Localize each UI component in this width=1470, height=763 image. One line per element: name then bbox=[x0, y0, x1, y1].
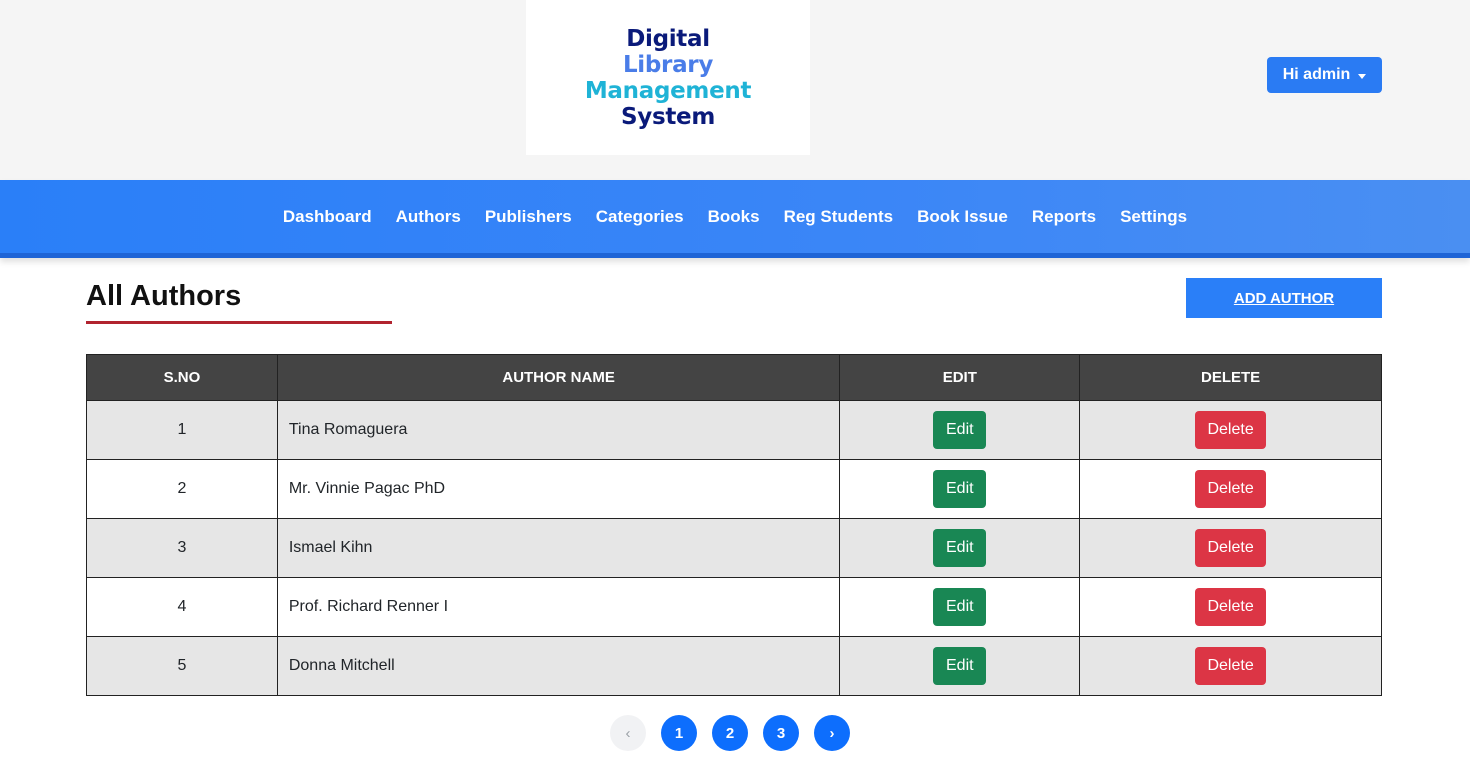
user-menu-button[interactable]: Hi admin bbox=[1267, 57, 1382, 93]
nav-reg-students[interactable]: Reg Students bbox=[784, 207, 894, 227]
cell-delete: Delete bbox=[1079, 518, 1382, 578]
table-header-row: S.NO AUTHOR NAME EDIT DELETE bbox=[86, 354, 1382, 401]
nav-book-issue[interactable]: Book Issue bbox=[917, 207, 1008, 227]
cell-author-name: Tina Romaguera bbox=[276, 400, 841, 460]
header-edit: EDIT bbox=[839, 354, 1081, 401]
cell-edit: Edit bbox=[839, 400, 1081, 460]
logo[interactable]: Digital Library Management System bbox=[526, 0, 810, 155]
add-author-button[interactable]: ADD AUTHOR bbox=[1186, 278, 1382, 318]
logo-line-4: System bbox=[620, 103, 715, 130]
cell-author-name: Donna Mitchell bbox=[276, 636, 841, 696]
nav-reports[interactable]: Reports bbox=[1032, 207, 1096, 227]
edit-button[interactable]: Edit bbox=[933, 647, 987, 685]
cell-author-name: Mr. Vinnie Pagac PhD bbox=[276, 459, 841, 519]
cell-edit: Edit bbox=[839, 459, 1081, 519]
page-button-2[interactable]: 2 bbox=[712, 715, 748, 751]
table-row: 4 Prof. Richard Renner I Edit Delete bbox=[86, 577, 1382, 637]
cell-sno: 1 bbox=[86, 400, 278, 460]
header-delete: DELETE bbox=[1079, 354, 1382, 401]
header: Digital Library Management System Hi adm… bbox=[0, 0, 1470, 180]
nav-authors[interactable]: Authors bbox=[396, 207, 461, 227]
page-button-3[interactable]: 3 bbox=[763, 715, 799, 751]
table-row: 3 Ismael Kihn Edit Delete bbox=[86, 518, 1382, 578]
nav-categories[interactable]: Categories bbox=[596, 207, 684, 227]
logo-line-3: Management bbox=[584, 77, 752, 104]
prev-page-button[interactable]: ‹ bbox=[610, 715, 646, 751]
cell-sno: 2 bbox=[86, 459, 278, 519]
cell-sno: 3 bbox=[86, 518, 278, 578]
cell-delete: Delete bbox=[1079, 577, 1382, 637]
delete-button[interactable]: Delete bbox=[1195, 647, 1267, 685]
edit-button[interactable]: Edit bbox=[933, 529, 987, 567]
authors-table: S.NO AUTHOR NAME EDIT DELETE 1 Tina Roma… bbox=[86, 354, 1382, 696]
cell-delete: Delete bbox=[1079, 636, 1382, 696]
delete-button[interactable]: Delete bbox=[1195, 529, 1267, 567]
title-underline bbox=[86, 321, 392, 324]
cell-edit: Edit bbox=[839, 636, 1081, 696]
cell-delete: Delete bbox=[1079, 400, 1382, 460]
page-title: All Authors bbox=[86, 280, 242, 312]
page-button-1[interactable]: 1 bbox=[661, 715, 697, 751]
nav-books[interactable]: Books bbox=[708, 207, 760, 227]
table-row: 2 Mr. Vinnie Pagac PhD Edit Delete bbox=[86, 459, 1382, 519]
nav-publishers[interactable]: Publishers bbox=[485, 207, 572, 227]
edit-button[interactable]: Edit bbox=[933, 470, 987, 508]
nav-dashboard[interactable]: Dashboard bbox=[283, 207, 372, 227]
header-sno: S.NO bbox=[86, 354, 278, 401]
caret-down-icon bbox=[1358, 73, 1367, 79]
next-page-button[interactable]: › bbox=[814, 715, 850, 751]
main-navbar: Dashboard Authors Publishers Categories … bbox=[0, 180, 1470, 258]
logo-line-1: Digital bbox=[626, 25, 710, 52]
cell-sno: 4 bbox=[86, 577, 278, 637]
delete-button[interactable]: Delete bbox=[1195, 411, 1267, 449]
cell-edit: Edit bbox=[839, 577, 1081, 637]
user-menu-label: Hi admin bbox=[1282, 66, 1351, 83]
cell-sno: 5 bbox=[86, 636, 278, 696]
delete-button[interactable]: Delete bbox=[1195, 588, 1267, 626]
logo-line-2: Library bbox=[622, 51, 714, 78]
delete-button[interactable]: Delete bbox=[1195, 470, 1267, 508]
pagination: ‹ 1 2 3 › bbox=[610, 715, 850, 751]
cell-delete: Delete bbox=[1079, 459, 1382, 519]
cell-author-name: Ismael Kihn bbox=[276, 518, 841, 578]
edit-button[interactable]: Edit bbox=[933, 411, 987, 449]
cell-author-name: Prof. Richard Renner I bbox=[276, 577, 841, 637]
header-author-name: AUTHOR NAME bbox=[276, 354, 841, 401]
edit-button[interactable]: Edit bbox=[933, 588, 987, 626]
table-row: 5 Donna Mitchell Edit Delete bbox=[86, 636, 1382, 696]
table-row: 1 Tina Romaguera Edit Delete bbox=[86, 400, 1382, 460]
cell-edit: Edit bbox=[839, 518, 1081, 578]
nav-settings[interactable]: Settings bbox=[1120, 207, 1187, 227]
